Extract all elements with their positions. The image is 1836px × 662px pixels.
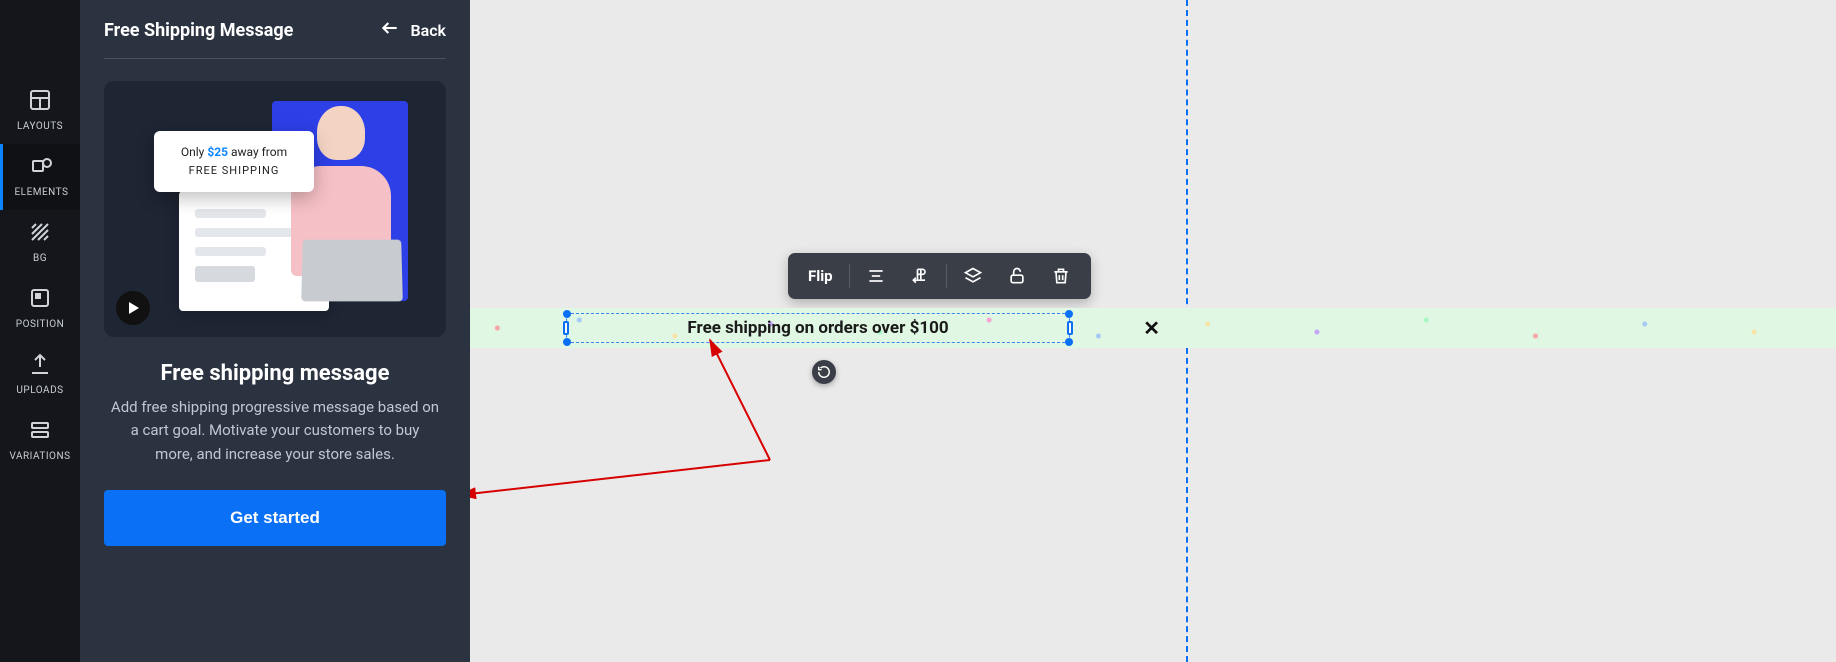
toolbar-divider [849, 264, 850, 288]
resize-handle-bl[interactable] [563, 338, 571, 346]
tooltip-line2: FREE SHIPPING [170, 163, 298, 180]
text-direction-button[interactable] [902, 260, 938, 292]
toolbar-divider [946, 264, 947, 288]
rotate-handle[interactable] [812, 360, 836, 384]
variations-icon [28, 418, 52, 445]
element-toolbar: Flip [788, 253, 1091, 299]
rail-label: BG [33, 253, 47, 264]
panel-heading: Free shipping message [104, 361, 446, 386]
align-center-button[interactable] [858, 260, 894, 292]
uploads-icon [28, 352, 52, 379]
preview-card: Only $25 away from FREE SHIPPING [104, 81, 446, 337]
canvas[interactable]: Flip Free shipping on orders over $100 [470, 0, 1836, 662]
play-button[interactable] [116, 291, 150, 325]
rail-item-uploads[interactable]: UPLOADS [0, 342, 80, 408]
back-button[interactable]: Back [380, 18, 446, 42]
free-shipping-banner[interactable]: Free shipping on orders over $100 ✕ [470, 308, 1836, 348]
resize-handle-right[interactable] [1067, 321, 1073, 335]
tooltip-suffix: away from [228, 145, 287, 159]
banner-close-icon[interactable]: ✕ [1143, 316, 1160, 340]
lock-button[interactable] [999, 260, 1035, 292]
back-label: Back [410, 21, 446, 40]
rail-item-variations[interactable]: VARIATIONS [0, 408, 80, 474]
rail-label: LAYOUTS [17, 121, 63, 132]
resize-handle-tr[interactable] [1065, 310, 1073, 318]
preview-tooltip: Only $25 away from FREE SHIPPING [154, 131, 314, 192]
side-panel: Free Shipping Message Back [80, 0, 470, 662]
layers-button[interactable] [955, 260, 991, 292]
resize-handle-br[interactable] [1065, 338, 1073, 346]
rail-label: POSITION [16, 319, 64, 330]
banner-text-selection[interactable]: Free shipping on orders over $100 [566, 313, 1070, 343]
left-rail: LAYOUTS ELEMENTS BG POSITION UPLOADS VAR… [0, 0, 80, 662]
rail-label: ELEMENTS [15, 187, 69, 198]
panel-header: Free Shipping Message Back [104, 18, 446, 59]
get-started-button[interactable]: Get started [104, 490, 446, 546]
flip-button[interactable]: Flip [800, 261, 841, 291]
preview-laptop [301, 240, 403, 302]
resize-handle-left[interactable] [563, 321, 569, 335]
rail-item-elements[interactable]: ELEMENTS [0, 144, 80, 210]
position-icon [28, 286, 52, 313]
bg-icon [28, 220, 52, 247]
resize-handle-tl[interactable] [563, 310, 571, 318]
rail-label: VARIATIONS [9, 451, 70, 462]
tooltip-prefix: Only [181, 145, 207, 159]
tooltip-amount: $25 [207, 145, 228, 159]
layouts-icon [28, 88, 52, 115]
panel-title: Free Shipping Message [104, 20, 293, 41]
rail-item-position[interactable]: POSITION [0, 276, 80, 342]
panel-description: Add free shipping progressive message ba… [104, 396, 446, 466]
rail-item-layouts[interactable]: LAYOUTS [0, 78, 80, 144]
elements-icon [30, 154, 54, 181]
delete-button[interactable] [1043, 260, 1079, 292]
rail-item-bg[interactable]: BG [0, 210, 80, 276]
banner-text[interactable]: Free shipping on orders over $100 [687, 318, 948, 338]
rail-label: UPLOADS [16, 385, 63, 396]
arrow-left-icon [380, 18, 400, 42]
